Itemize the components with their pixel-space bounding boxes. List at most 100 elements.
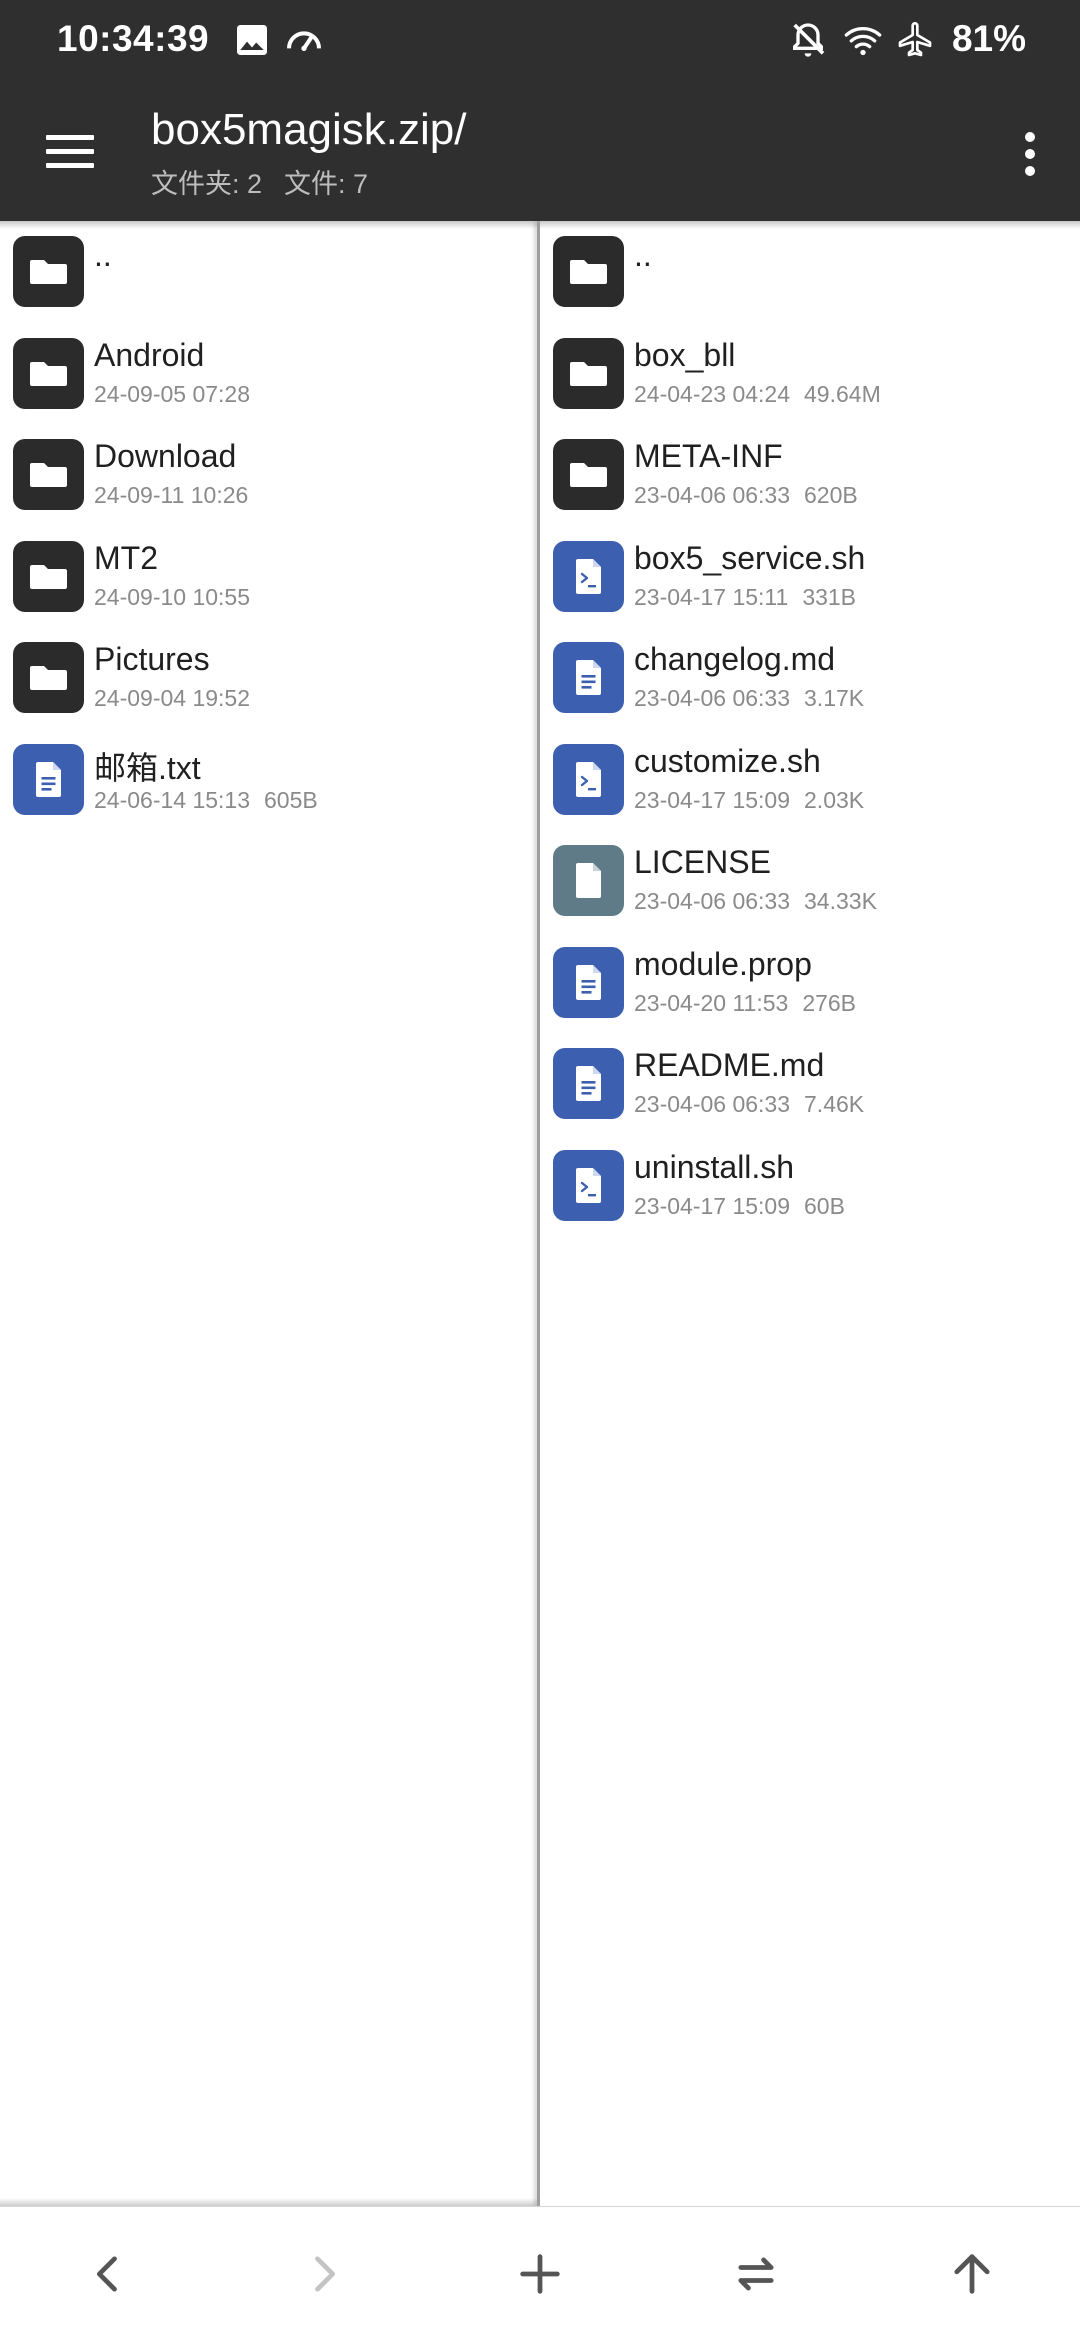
folder-row[interactable]: MT2 24-09-10 10:55: [0, 526, 537, 627]
add-button[interactable]: [432, 2207, 648, 2340]
parent-directory-row[interactable]: ..: [540, 221, 1080, 322]
file-name: Pictures: [94, 641, 210, 677]
file-name: META-INF: [634, 438, 783, 474]
file-size: 2.03K: [804, 786, 865, 813]
modified-date: 24-09-04 19:52: [94, 685, 251, 711]
modified-date: 23-04-06 06:33: [634, 888, 791, 914]
bottom-navigation: [0, 2206, 1080, 2340]
modified-date: 24-06-14 15:13: [94, 786, 251, 813]
status-bar: 10:34:39 81%: [0, 0, 1080, 80]
modified-date: 24-09-05 07:28: [94, 380, 251, 407]
file-meta: 24-09-04 19:52: [94, 685, 250, 712]
file-icon: [553, 845, 624, 916]
file-name: customize.sh: [634, 742, 821, 779]
folder-row[interactable]: Pictures 24-09-04 19:52: [0, 627, 537, 728]
file-meta: 24-09-10 10:55: [94, 584, 250, 611]
folder-icon: [553, 337, 624, 409]
modified-date: 23-04-06 06:33: [634, 1091, 791, 1117]
file-name: ..: [94, 237, 112, 273]
left-file-pane[interactable]: .. Android 24-09-05 07:28 Download 24-09-11 …: [0, 221, 537, 2206]
pane-shadow: [0, 2198, 537, 2206]
modified-date: 23-04-06 06:33: [634, 685, 791, 711]
file-row[interactable]: LICENSE 23-04-06 06:33 34.33K: [540, 830, 1080, 931]
modified-date: 24-09-10 10:55: [94, 583, 251, 610]
file-size: 60B: [804, 1192, 845, 1219]
speedometer-icon: [284, 20, 324, 60]
file-row[interactable]: README.md 23-04-06 06:33 7.46K: [540, 1033, 1080, 1134]
file-meta: 23-04-17 15:09 60B: [634, 1193, 845, 1220]
folder-icon: [13, 540, 84, 612]
file-size: 620B: [804, 482, 858, 508]
text-file-icon: [553, 642, 624, 713]
folder-icon: [13, 439, 84, 510]
file-size: 49.64M: [804, 380, 881, 407]
file-size: 605B: [264, 786, 318, 813]
modified-date: 23-04-17 15:09: [634, 786, 791, 813]
folder-icon: [13, 337, 84, 409]
forward-button[interactable]: [216, 2207, 432, 2340]
file-meta: 24-09-11 10:26: [94, 482, 248, 509]
folder-row[interactable]: META-INF 23-04-06 06:33 620B: [540, 424, 1080, 525]
file-name: changelog.md: [634, 641, 836, 677]
modified-date: 24-09-11 10:26: [94, 482, 249, 508]
file-row[interactable]: changelog.md 23-04-06 06:33 3.17K: [540, 627, 1080, 728]
right-file-pane[interactable]: .. box_bll 24-04-23 04:24 49.64M META-INF 23-…: [540, 221, 1080, 2206]
image-icon: [232, 20, 272, 60]
folder-icon: [553, 439, 624, 510]
folder-row[interactable]: box_bll 24-04-23 04:24 49.64M: [540, 323, 1080, 424]
notifications-off-icon: [788, 20, 828, 60]
script-file-icon: [553, 743, 624, 815]
file-size: 276B: [802, 989, 857, 1016]
file-name: module.prop: [634, 945, 812, 982]
back-icon: [96, 2256, 117, 2292]
page-title: box5magisk.zip/: [151, 105, 467, 154]
file-name: Download: [94, 438, 237, 474]
more-options-button[interactable]: [1002, 122, 1058, 186]
modified-date: 23-04-06 06:33: [634, 482, 791, 508]
folder-count: 文件夹: 2: [151, 169, 263, 199]
file-meta: 23-04-17 15:09 2.03K: [634, 787, 864, 814]
file-row[interactable]: module.prop 23-04-20 11:53 276B: [540, 932, 1080, 1033]
folder-row[interactable]: Download 24-09-11 10:26: [0, 424, 537, 525]
file-name: ..: [634, 237, 652, 273]
file-size: 331B: [802, 583, 857, 610]
file-meta: 23-04-17 15:11 331B: [634, 584, 856, 611]
folder-icon: [553, 236, 624, 307]
modified-date: 23-04-17 15:09: [634, 1192, 791, 1219]
file-size: 3.17K: [804, 685, 865, 711]
file-name: Android: [94, 336, 205, 373]
file-row[interactable]: box5_service.sh 23-04-17 15:11 331B: [540, 526, 1080, 627]
file-name: 邮箱.txt: [94, 749, 201, 786]
file-count: 文件: 7: [284, 169, 369, 199]
file-row[interactable]: customize.sh 23-04-17 15:09 2.03K: [540, 729, 1080, 830]
wifi-icon: [843, 20, 883, 60]
item-count-summary: 文件夹: 2 文件: 7: [151, 162, 390, 201]
text-file-icon: [553, 1048, 624, 1119]
folder-row[interactable]: Android 24-09-05 07:28: [0, 323, 537, 424]
file-meta: 24-04-23 04:24 49.64M: [634, 381, 881, 408]
text-file-icon: [13, 743, 84, 815]
script-file-icon: [553, 540, 624, 612]
status-time: 10:34:39: [57, 18, 210, 59]
file-meta: 23-04-06 06:33 3.17K: [634, 685, 864, 712]
file-size: 7.46K: [804, 1091, 865, 1117]
swap-panes-icon: [738, 2257, 774, 2291]
file-name: LICENSE: [634, 844, 771, 880]
file-meta: 24-06-14 15:13 605B: [94, 787, 318, 814]
file-name: box5_service.sh: [634, 539, 866, 576]
folder-icon: [13, 236, 84, 307]
battery-level: 81%: [951, 18, 1026, 59]
file-row[interactable]: 邮箱.txt 24-06-14 15:13 605B: [0, 729, 537, 830]
script-file-icon: [553, 1149, 624, 1221]
file-meta: 24-09-05 07:28: [94, 381, 250, 408]
parent-directory-row[interactable]: ..: [0, 221, 537, 322]
go-up-icon: [954, 2254, 990, 2294]
modified-date: 23-04-20 11:53: [634, 989, 789, 1016]
swap-panes-button[interactable]: [648, 2207, 864, 2340]
back-button[interactable]: [0, 2207, 216, 2340]
modified-date: 24-04-23 04:24: [634, 380, 791, 407]
go-up-button[interactable]: [864, 2207, 1080, 2340]
file-row[interactable]: uninstall.sh 23-04-17 15:09 60B: [540, 1135, 1080, 1236]
menu-button[interactable]: [36, 120, 108, 184]
file-meta: 23-04-06 06:33 7.46K: [634, 1091, 864, 1118]
